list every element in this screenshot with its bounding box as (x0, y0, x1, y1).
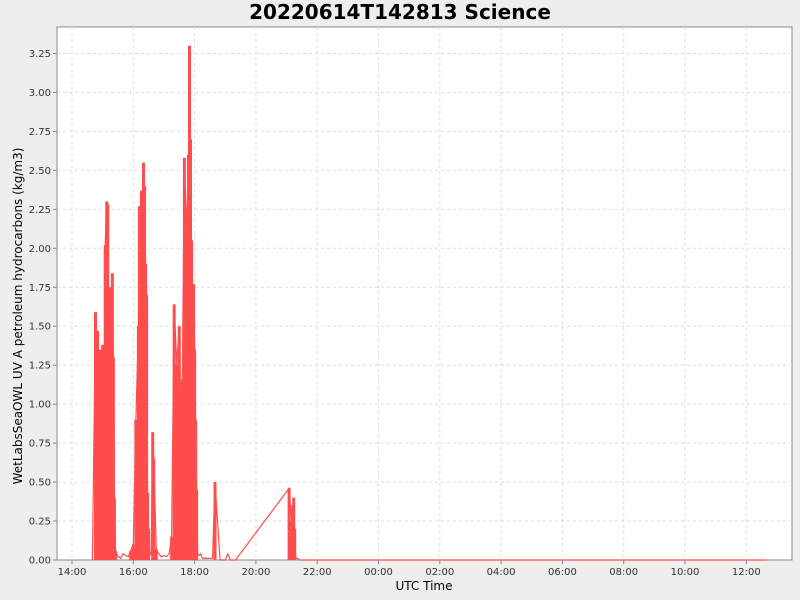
x-axis-label: UTC Time (396, 579, 453, 593)
x-tick-label: 06:00 (548, 567, 577, 578)
x-tick-label: 18:00 (180, 567, 209, 578)
y-tick-label: 3.25 (29, 49, 51, 60)
x-tick-label: 20:00 (241, 567, 270, 578)
y-tick-label: 1.75 (29, 283, 51, 294)
x-axis: 14:00 16:00 18:00 20:00 22:00 00:00 02:00 04:00… (58, 560, 761, 578)
y-tick-label: 1.25 (29, 361, 51, 372)
y-tick-label: 0.75 (29, 439, 51, 450)
y-tick-label: 0.25 (29, 517, 51, 528)
y-tick-label: 0.50 (29, 478, 51, 489)
chart: 20220614T142813 Science 14:00 16:00 18:00 2… (11, 0, 793, 593)
y-tick-label: 2.50 (29, 166, 51, 177)
x-tick-label: 16:00 (119, 567, 148, 578)
y-axis: 0.00 0.25 0.50 0.75 1.00 1.25 1.50 1.75 2.00 2.25… (29, 49, 57, 567)
y-tick-label: 2.25 (29, 205, 51, 216)
x-tick-label: 22:00 (303, 567, 332, 578)
x-tick-label: 04:00 (487, 567, 516, 578)
x-tick-label: 12:00 (732, 567, 761, 578)
x-tick-label: 10:00 (671, 567, 700, 578)
y-tick-label: 2.75 (29, 127, 51, 138)
y-tick-label: 3.00 (29, 88, 51, 99)
y-tick-label: 1.00 (29, 400, 51, 411)
x-tick-label: 00:00 (364, 567, 393, 578)
y-tick-label: 0.00 (29, 556, 51, 567)
chart-title: 20220614T142813 Science (249, 0, 551, 24)
y-tick-label: 1.50 (29, 322, 51, 333)
x-tick-label: 08:00 (609, 567, 638, 578)
y-tick-label: 2.00 (29, 244, 51, 255)
x-tick-label: 14:00 (58, 567, 87, 578)
y-axis-label: WetLabsSeaOWL UV A petroleum hydrocarbon… (11, 148, 25, 485)
x-tick-label: 02:00 (425, 567, 454, 578)
plot-area (56, 26, 793, 561)
